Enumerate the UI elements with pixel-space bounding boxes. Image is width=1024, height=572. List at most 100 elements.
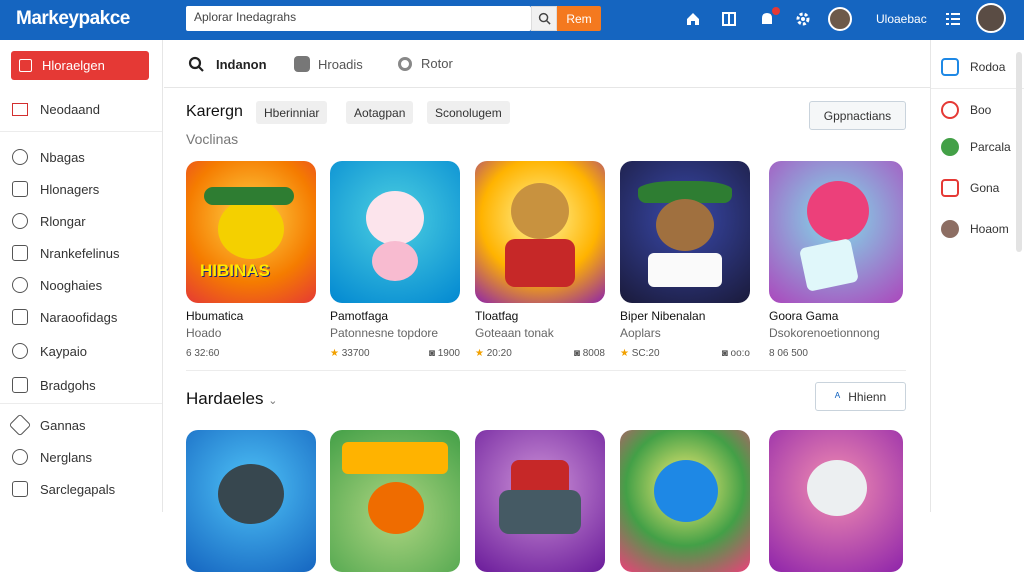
right-sidebar-item[interactable]: Hoaom xyxy=(941,218,1009,240)
sidebar-item-label: Neodaand xyxy=(40,101,100,117)
tag-icon xyxy=(8,413,32,437)
app-logo[interactable]: Markeypakce xyxy=(16,8,130,30)
right-sidebar-item[interactable]: Boo xyxy=(941,99,991,121)
sidebar-item-label: Kaypaio xyxy=(40,343,87,359)
right-sidebar-label: Rodoa xyxy=(970,60,1006,74)
sidebar-item[interactable]: Nerglans xyxy=(12,447,92,467)
store-icon xyxy=(941,179,959,197)
scrollbar[interactable] xyxy=(1016,52,1022,252)
sidebar-item[interactable]: Nrankefelinus xyxy=(12,243,120,263)
search-input[interactable]: Aplorar Inedagrahs xyxy=(186,6,531,31)
options-button[interactable]: Gppnactians xyxy=(809,101,906,130)
filter-chip[interactable]: Aotagpan xyxy=(346,101,414,124)
app-card[interactable]: HIBINAS Hbumatica Hoado 6 32:60 xyxy=(186,161,316,359)
app-rating: 8 06 500 xyxy=(769,348,808,359)
avatar[interactable] xyxy=(828,7,852,31)
app-thumbnail[interactable] xyxy=(330,430,460,572)
sidebar-item[interactable]: Hlonagers xyxy=(12,179,99,199)
sidebar-item[interactable]: Sarclegapals xyxy=(12,479,115,499)
search-icon xyxy=(538,12,551,25)
app-card[interactable]: Biper Nibenalan Aoplars ★ SC:20 ◙ oo:o xyxy=(620,161,750,359)
sidebar-item[interactable]: Naraoofidags xyxy=(12,307,117,327)
app-title: Pamotfaga xyxy=(330,309,389,323)
tab-games[interactable]: Hroadis xyxy=(294,56,363,72)
settings-icon[interactable] xyxy=(794,10,812,28)
filter-chip[interactable]: Hberinniar xyxy=(256,101,328,124)
right-sidebar-item[interactable]: Gona xyxy=(941,177,999,199)
section-action-button[interactable]: ᴬ Hhienn xyxy=(815,382,906,411)
search-button[interactable] xyxy=(531,6,557,31)
right-sidebar-item[interactable]: Parcala xyxy=(941,136,1011,158)
download-icon: ◙ xyxy=(721,348,728,359)
app-thumbnail[interactable] xyxy=(186,430,316,572)
gallery-icon xyxy=(12,181,28,197)
app-thumbnail[interactable] xyxy=(620,430,750,572)
section-action-label: Hhienn xyxy=(848,389,887,404)
right-sidebar: Rodoa Boo Parcala Gona Hoaom xyxy=(930,40,1024,512)
chart-icon xyxy=(12,245,28,261)
sidebar-item[interactable]: Nbagas xyxy=(12,147,85,167)
app-card[interactable]: Goora Gama Dsokorenoetionnong 8 06 500 xyxy=(769,161,903,359)
tab-label: Indanon xyxy=(216,56,267,72)
user-name[interactable]: Uloaebac xyxy=(876,12,927,26)
sidebar-item[interactable]: Gannas xyxy=(8,413,86,437)
app-meta: 8008 xyxy=(582,348,605,359)
app-thumbnail[interactable] xyxy=(769,430,903,572)
store-icon xyxy=(19,59,32,72)
star-icon: ★ xyxy=(620,348,629,359)
app-subtitle: Dsokorenoetionnong xyxy=(769,326,880,340)
sidebar-item-label: Naraoofidags xyxy=(40,309,118,325)
tab-discover[interactable]: Indanon xyxy=(188,56,267,72)
left-sidebar: Hloraelgen Neodaand Nbagas Hlonagers Rlo… xyxy=(0,40,163,512)
sidebar-item[interactable]: Bradgohs xyxy=(12,375,96,395)
app-rating: 6 32:60 xyxy=(186,348,220,359)
chevron-down-icon[interactable]: ⌄ xyxy=(268,395,277,407)
heart-icon xyxy=(941,101,959,119)
sidebar-item[interactable]: Neodaand xyxy=(12,99,100,119)
sidebar-item-label: Bradgohs xyxy=(40,377,96,393)
download-icon: ◙ xyxy=(573,348,580,359)
filter-chip[interactable]: Sconolugem xyxy=(427,101,510,124)
app-thumbnail xyxy=(769,161,903,303)
app-thumbnail: HIBINAS xyxy=(186,161,316,303)
app-thumbnail xyxy=(330,161,460,303)
app-meta: oo:o xyxy=(730,348,750,359)
sidebar-item-label: Nerglans xyxy=(40,449,93,465)
right-sidebar-item[interactable]: Rodoa xyxy=(941,56,1005,78)
apps-icon[interactable] xyxy=(720,10,738,28)
sidebar-item-active[interactable]: Hloraelgen xyxy=(11,51,149,80)
app-rating: 33700 xyxy=(341,348,370,359)
search-icon xyxy=(12,149,28,165)
notifications-icon[interactable] xyxy=(758,7,780,28)
home-icon[interactable] xyxy=(684,10,702,28)
divider xyxy=(0,403,162,404)
right-sidebar-label: Boo xyxy=(970,103,992,117)
sidebar-item-label: Nbagas xyxy=(40,149,85,165)
profile-avatar[interactable] xyxy=(976,3,1006,33)
section-title: Hardaeles ⌄ xyxy=(186,389,278,408)
star-icon: ★ xyxy=(330,348,339,359)
divider xyxy=(931,88,1024,89)
window-icon xyxy=(12,481,28,497)
search-icon xyxy=(188,56,204,72)
gamepad-icon xyxy=(294,56,310,72)
sidebar-item[interactable]: Kaypaio xyxy=(12,341,87,361)
sidebar-item-label: Hlonagers xyxy=(40,181,100,197)
app-card[interactable]: Tloatfag Goteaan tonak ★ 20:20 ◙ 8008 xyxy=(475,161,605,359)
divider xyxy=(186,370,906,371)
sidebar-item[interactable]: Rlongar xyxy=(12,211,86,231)
sidebar-item-label: Rlongar xyxy=(40,213,86,229)
go-button[interactable]: Rem xyxy=(557,6,601,31)
star-icon: ★ xyxy=(475,348,484,359)
box-icon xyxy=(12,377,28,393)
app-card[interactable]: Pamotfaga Patonnesne topdore ★ 33700 ◙ 19… xyxy=(330,161,460,359)
tab-other[interactable]: Rotor xyxy=(398,56,453,71)
grid-menu-icon[interactable] xyxy=(944,10,962,28)
main-content: Indanon Hroadis Rotor Karergn Hberinniar… xyxy=(164,40,930,572)
app-thumbnail[interactable] xyxy=(475,430,605,572)
home-icon xyxy=(941,58,959,76)
sidebar-item[interactable]: Nooghaies xyxy=(12,275,102,295)
right-sidebar-label: Gona xyxy=(970,181,1000,195)
sidebar-item-label: Nrankefelinus xyxy=(40,245,120,261)
globe-icon xyxy=(12,449,28,465)
